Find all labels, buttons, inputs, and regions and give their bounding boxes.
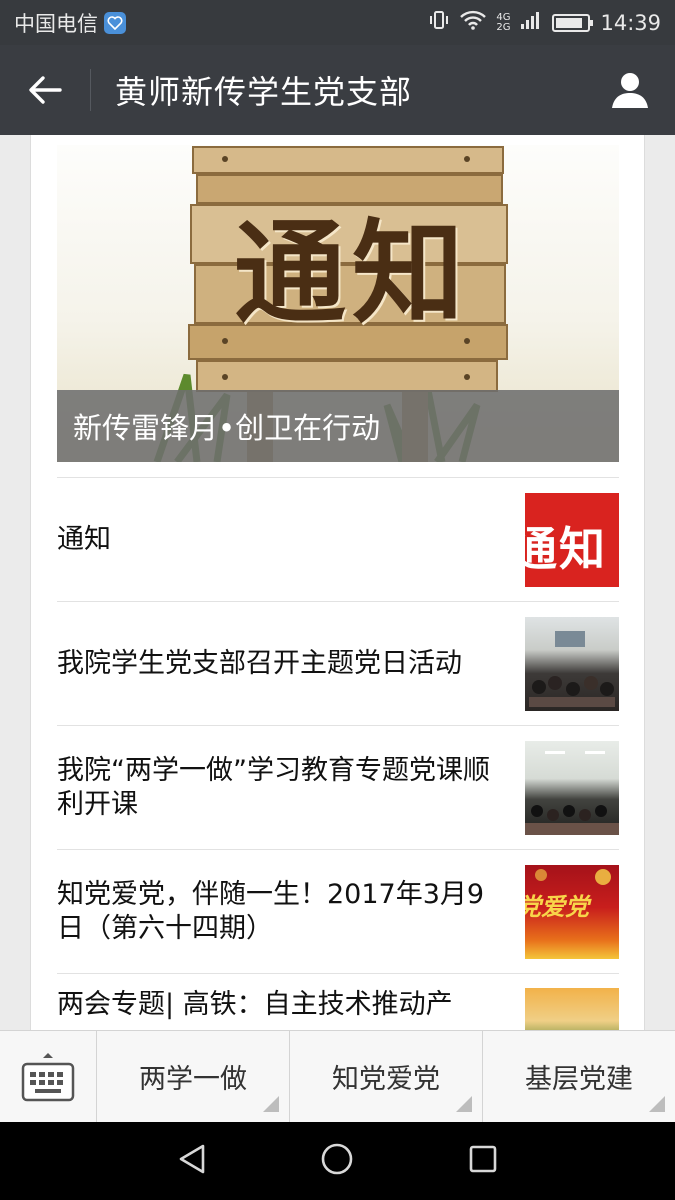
status-bar: 中国电信 4G 2G 14:39 [0,0,675,45]
menu-tab-label: 基层党建 [525,1064,633,1095]
status-icons: 4G 2G 14:39 [428,9,661,36]
list-item[interactable]: 我院“两学一做”学习教育专题党课顺利开课 [57,725,619,849]
article-list-card: 通知 新传雷锋月•创卫在行动 通知 通知 我院学生党支部召开主题党日活动 我院“… [30,135,645,1030]
menu-tab-label: 知党爱党 [332,1064,440,1095]
menu-tab-two-studies-one-action[interactable]: 两学一做 [97,1031,290,1122]
list-item[interactable]: 两会专题| 高铁：自主技术推动产 [57,973,619,1030]
list-item[interactable]: 我院学生党支部召开主题党日活动 [57,601,619,725]
clock: 14:39 [600,10,661,35]
bottom-menu: 两学一做 知党爱党 基层党建 [0,1030,675,1122]
submenu-indicator-icon [456,1096,472,1112]
lecture-photo-thumbnail [525,740,619,835]
system-home-button[interactable] [320,1142,354,1180]
carrier-name: 中国电信 [14,11,98,36]
system-navigation-bar [0,1122,675,1200]
party-banner-thumbnail: 党爱党 [525,864,619,959]
keyboard-icon [21,1052,75,1101]
system-recents-button[interactable] [468,1144,498,1178]
back-arrow-icon [29,76,62,104]
featured-article[interactable]: 通知 新传雷锋月•创卫在行动 [57,145,619,462]
circle-home-icon [322,1143,353,1175]
landscape-thumbnail [525,988,619,1030]
account-profile-button[interactable] [585,45,675,135]
wifi-icon [460,10,487,35]
menu-tab-know-love-party[interactable]: 知党爱党 [290,1031,483,1122]
network-type: 4G 2G [496,11,511,33]
nav-divider [90,69,91,111]
menu-tab-grassroots-party-building[interactable]: 基层党建 [483,1031,675,1122]
article-title: 通知 [57,523,111,555]
submenu-indicator-icon [649,1096,665,1112]
article-title: 我院学生党支部召开主题党日活动 [57,647,462,679]
list-item[interactable]: 通知 通知 [57,477,619,601]
signal-icon [520,10,542,35]
triangle-back-icon [179,1144,205,1174]
article-title: 我院“两学一做”学习教育专题党课顺利开课 [57,754,490,820]
carrier-info: 中国电信 [14,8,126,38]
list-item[interactable]: 知党爱党，伴随一生！2017年3月9日（第六十四期） 党爱党 [57,849,619,973]
person-icon [612,73,648,108]
keyboard-toggle-button[interactable] [0,1031,97,1122]
featured-article-caption: 新传雷锋月•创卫在行动 [57,390,619,462]
navigation-bar: 黄师新传学生党支部 [0,45,675,135]
article-title: 知党爱党，伴随一生！2017年3月9日（第六十四期） [57,878,485,944]
article-title: 两会专题| 高铁：自主技术推动产 [57,989,453,1020]
battery-icon [552,13,594,32]
square-recents-icon [469,1145,497,1173]
meeting-photo-thumbnail [525,616,619,711]
notice-thumbnail: 通知 [525,492,619,587]
sign-text: 通知 [234,208,470,339]
menu-tab-label: 两学一做 [139,1064,247,1095]
heart-rate-icon [104,11,126,34]
vibrate-icon [428,9,450,36]
submenu-indicator-icon [263,1096,279,1112]
page-title: 黄师新传学生党支部 [115,73,413,111]
article-list: 通知 通知 我院学生党支部召开主题党日活动 我院“两学一做”学习教育专题党课顺利… [57,477,619,1030]
system-back-button[interactable] [177,1143,207,1179]
back-button[interactable] [0,45,90,135]
thumbnail-text: 通知 [525,521,607,576]
